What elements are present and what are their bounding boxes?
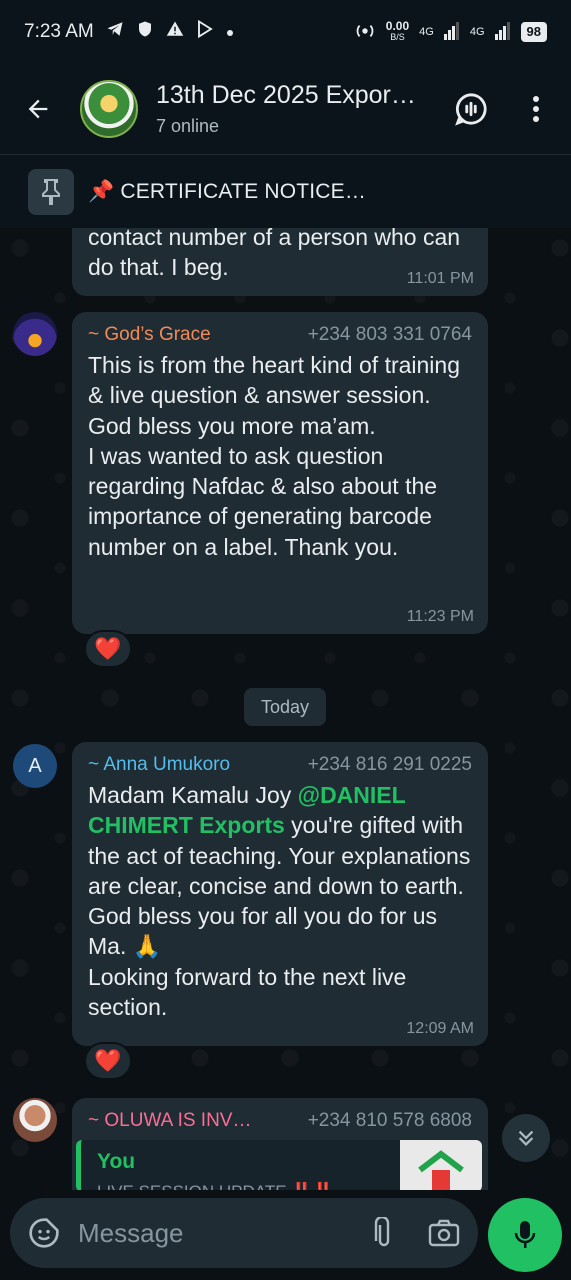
hotspot-icon [354, 22, 376, 43]
heart-emoji: ❤️ [94, 636, 122, 661]
message-time: 12:09 AM [406, 1020, 474, 1037]
avatar[interactable]: A [13, 744, 57, 788]
more-vertical-icon [533, 96, 539, 122]
battery-indicator: 98 [520, 22, 547, 42]
voice-chat-icon [455, 93, 487, 126]
group-avatar[interactable] [80, 80, 138, 138]
message-text: Madam Kamalu Joy @DANIEL CHIMERT Exports… [88, 780, 472, 1022]
pinned-message-bar[interactable]: 📌 CERTIFICATE NOTICE… [0, 154, 571, 228]
net-unit: B/S [390, 32, 405, 42]
net-speed: 0.00 [385, 19, 410, 33]
heart-emoji: ❤️ [94, 1048, 122, 1073]
signal-label-1: 4G [419, 26, 434, 38]
clock: 7:23 AM [24, 21, 94, 42]
pinned-text: CERTIFICATE NOTICE… [120, 179, 367, 203]
message-time: 11:01 PM [406, 270, 474, 287]
quote-thumbnail [400, 1140, 482, 1190]
composer: Message [0, 1190, 571, 1280]
chat-area[interactable]: contact number of a person who can do th… [0, 228, 571, 1190]
message-bubble[interactable]: ~ Anna Umukoro +234 816 291 0225 Madam K… [72, 742, 488, 1046]
message-text-part: Madam Kamalu Joy [88, 782, 298, 808]
paperclip-icon [374, 1217, 390, 1247]
sender-phone[interactable]: +234 810 578 6808 [308, 1110, 472, 1132]
quote-author: You [97, 1150, 136, 1173]
sender-name[interactable]: ~ OLUWA IS INV… [88, 1110, 251, 1132]
reaction-badge[interactable]: ❤️ [84, 630, 132, 668]
group-title: 13th Dec 2025 Expor… [156, 81, 416, 109]
group-info[interactable]: 13th Dec 2025 Expor… 7 online [156, 81, 441, 137]
message-text: This is from the heart kind of training … [88, 352, 460, 560]
sender-name[interactable]: ~ God’s Grace [88, 324, 211, 346]
quote-text: LIVE SESSION UPDATE ‼️‼️ [97, 1182, 334, 1190]
voice-chat-button[interactable] [441, 64, 501, 154]
more-options-button[interactable] [501, 64, 571, 154]
back-button[interactable] [0, 64, 76, 154]
date-divider: Today [244, 688, 326, 726]
sticker-button[interactable] [10, 1217, 78, 1249]
group-online-count: 7 online [156, 116, 220, 136]
avatar[interactable] [13, 1098, 57, 1142]
sender-name[interactable]: ~ Anna Umukoro [88, 754, 230, 776]
message-input-box[interactable]: Message [10, 1198, 478, 1268]
arrow-left-icon [28, 99, 48, 119]
play-store-icon [196, 19, 214, 44]
sticker-icon [29, 1218, 59, 1248]
avatar[interactable] [13, 312, 57, 356]
warning-icon [166, 20, 184, 44]
signal-label-2: 4G [469, 26, 485, 38]
message-time: 11:23 PM [406, 608, 474, 625]
dot-icon [226, 21, 234, 43]
signal-bars-icon-2 [494, 21, 511, 43]
message-bubble[interactable]: ~ God’s Grace +234 803 331 0764 This is … [72, 312, 488, 634]
camera-icon [428, 1219, 460, 1247]
chat-header: 13th Dec 2025 Expor… 7 online [0, 64, 571, 154]
signal-bars-icon [443, 21, 460, 43]
sender-phone[interactable]: +234 816 291 0225 [308, 754, 472, 776]
camera-button[interactable] [410, 1219, 478, 1247]
message-text-part: you're gifted with the act of teaching. … [88, 812, 471, 1021]
avatar-letter: A [28, 754, 42, 777]
quoted-message[interactable]: You LIVE SESSION UPDATE ‼️‼️ [76, 1140, 482, 1190]
pin-icon [28, 168, 74, 215]
voice-message-button[interactable] [488, 1198, 562, 1272]
telegram-icon [106, 20, 124, 44]
message-placeholder[interactable]: Message [78, 1218, 358, 1249]
attach-button[interactable] [358, 1217, 410, 1249]
status-bar: 7:23 AM 0.00 B/S 4G 4G 98 [0, 0, 571, 64]
sender-phone[interactable]: +234 803 331 0764 [308, 324, 472, 346]
shield-notification-icon [136, 20, 154, 44]
message-bubble[interactable]: contact number of a person who can do th… [72, 228, 488, 296]
microphone-icon [514, 1221, 536, 1248]
reaction-badge[interactable]: ❤️ [84, 1042, 132, 1080]
double-chevron-down-icon [518, 1130, 534, 1147]
pushpin-emoji: 📌 [88, 179, 115, 203]
scroll-to-bottom-button[interactable] [502, 1114, 550, 1162]
